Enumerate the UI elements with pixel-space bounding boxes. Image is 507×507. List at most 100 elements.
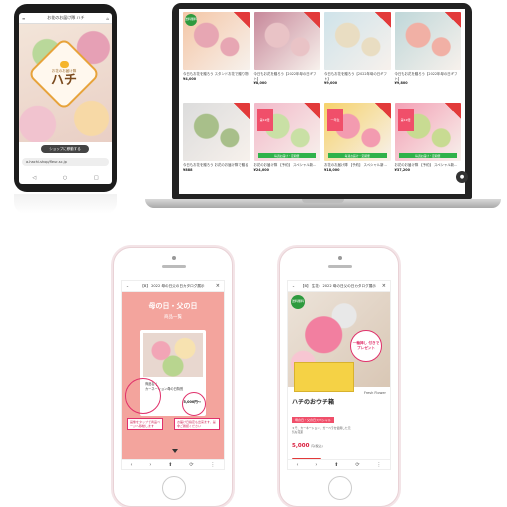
share-icon[interactable]: ⬆ xyxy=(168,462,172,468)
iphone-product: ⌄ 【B】 生花：2022 母の日父の日カタログ展示 × 送料無料 一輪挿し 付… xyxy=(279,247,399,507)
forward-icon[interactable]: › xyxy=(149,462,151,468)
product-caption[interactable]: 今日もお花を贈ろう【2022年母の日ギフト】 xyxy=(395,72,462,81)
product-card[interactable]: 第12便 毎週お届け・定期便 お花のお届け隊 【予約】 スペシャル新… ¥37,200 xyxy=(394,103,461,191)
bee-icon xyxy=(59,60,69,68)
free-shipping-badge: 送料無料 xyxy=(291,295,305,309)
speaker xyxy=(328,265,352,268)
forward-icon[interactable]: › xyxy=(315,462,317,468)
product-price: ¥4,000 xyxy=(183,76,197,81)
more-icon[interactable]: ⋮ xyxy=(210,462,215,468)
shop-button[interactable]: ショップに移動する xyxy=(41,145,89,153)
product-image[interactable] xyxy=(183,103,250,161)
product-info: Fresh Flower ハチのおウチ箱 母の日・父の日スペシャル ミモ、カーネ… xyxy=(288,388,390,467)
chat-icon[interactable]: ● xyxy=(456,171,468,183)
subscription-bar: 毎週お届け・定期便 xyxy=(328,153,387,158)
browser-toolbar: ‹ › ⬆ ⟳ ⋮ xyxy=(288,459,390,469)
price-value: 5,000 xyxy=(292,442,310,449)
header-title: 【B】 2022 母の日父の日カタログ展示 xyxy=(140,283,205,288)
corner-ribbon xyxy=(374,103,391,119)
iphone1-screen: ⌄ 【B】 2022 母の日父の日カタログ展示 × 母の日・父の日 商品一覧 商… xyxy=(121,280,225,470)
camera xyxy=(172,256,176,260)
android-title: お花のお届け隊 ハチ xyxy=(47,15,85,20)
corner-ribbon xyxy=(304,103,320,119)
product-caption[interactable]: 今日もお花を贈ろう【2022年母の日ギフト】 xyxy=(254,72,321,81)
iphone-catalog: ⌄ 【B】 2022 母の日父の日カタログ展示 × 母の日・父の日 商品一覧 商… xyxy=(113,247,233,507)
recents-icon[interactable]: □ xyxy=(94,175,99,181)
product-card[interactable]: 今日もお花を贈ろう お花のお届け隊で贈る ¥888 xyxy=(183,103,250,191)
product-caption[interactable]: 今日もお花を贈ろう【2022年母の日ギフト】 xyxy=(324,72,391,81)
product-price: ¥18,000 xyxy=(324,167,340,172)
product-image[interactable]: 第12便毎週お届け・定期便 xyxy=(253,103,320,161)
product-photo[interactable]: 送料無料 一輪挿し 付きで プレゼント xyxy=(288,292,390,392)
corner-ribbon xyxy=(374,12,391,28)
catalog-subtitle: 商品一覧 xyxy=(164,315,182,320)
back-icon[interactable]: ◁ xyxy=(32,175,36,181)
product-image[interactable]: 一年生 毎週お届け・定期便 xyxy=(324,103,391,161)
highlight-circle xyxy=(182,392,206,416)
delivery-note: お届け日指定も出来ます、是非ご確認ください xyxy=(174,418,220,431)
product-image[interactable] xyxy=(253,12,320,70)
collage: ≡ お花のお届け隊 ハチ ⌂ お花のお届け隊 ハチ ショップに移動する a-ha… xyxy=(0,0,507,507)
product-card[interactable]: 一年生 毎週お届け・定期便 お花のお届け隊 【予約】 スペシャル新… ¥18,000 xyxy=(324,103,391,191)
chevron-down-icon[interactable]: ⌄ xyxy=(292,284,295,288)
subscription-bar: 毎週お届け・定期便 xyxy=(398,153,457,158)
back-icon[interactable]: ‹ xyxy=(296,462,298,468)
free-shipping-badge: 送料無料 xyxy=(185,14,197,26)
price-unit: 円(税込) xyxy=(311,443,323,448)
product-price: ¥8,000 xyxy=(253,81,267,85)
brand-name: ハチ xyxy=(50,72,77,88)
product-image[interactable]: 第12便 毎週お届け・定期便 xyxy=(394,103,461,161)
gift-bubble: 一輪挿し 付きで プレゼント xyxy=(350,330,382,362)
browser-toolbar: ‹ › ⬆ ⟳ ⋮ xyxy=(122,459,224,469)
close-icon[interactable]: × xyxy=(216,283,220,289)
phone-reflection xyxy=(14,194,117,214)
back-icon[interactable]: ‹ xyxy=(130,462,132,468)
product-card[interactable]: 今日もお花を贈ろう【2022年母の日ギフト】 ¥8,000 xyxy=(253,12,321,100)
browser-header: ⌄ 【B】 生花：2022 母の日父の日カタログ展示 × xyxy=(288,281,390,292)
brand-logo: お花のお届け隊 ハチ xyxy=(38,48,90,100)
product-card[interactable]: 第12便 毎週お届け・定期便 お花のお届け隊 【予約】 スペシャル新… ¥24,000 xyxy=(253,103,320,191)
cart-icon[interactable]: ⌂ xyxy=(106,16,109,21)
catalog-title: 母の日・父の日 xyxy=(148,302,198,310)
product-image[interactable] xyxy=(394,12,461,70)
corner-ribbon xyxy=(445,12,461,28)
product-price: ¥37,200 xyxy=(394,167,410,172)
product-price: ¥9,000 xyxy=(324,81,338,85)
product-price: 5,000 円(税込) xyxy=(292,443,386,449)
laptop-notch xyxy=(302,199,344,203)
product-card[interactable]: 今日もお花を贈ろう【2022年母の日ギフト】 ¥9,800 xyxy=(394,12,462,100)
home-icon[interactable]: ○ xyxy=(63,175,67,181)
more-icon[interactable]: ⋮ xyxy=(376,462,381,468)
subscription-bar: 毎週お届け・定期便 xyxy=(257,153,316,158)
edition-label: 第12便 xyxy=(256,109,273,131)
close-icon[interactable]: × xyxy=(382,283,386,289)
header-title: 【B】 生花：2022 母の日父の日カタログ展示 xyxy=(300,283,376,288)
laptop: 送料無料 今日もお花を贈ろう スタンドお花で贈り物 ¥4,000 今日もお花を贈ろう【… xyxy=(172,3,472,199)
product-name: ハチのおウチ箱 xyxy=(292,399,335,406)
home-button[interactable] xyxy=(328,476,352,500)
product-image[interactable]: 送料無料 xyxy=(183,12,250,70)
reload-icon[interactable]: ⟳ xyxy=(355,462,359,468)
reload-icon[interactable]: ⟳ xyxy=(189,462,193,468)
product-card[interactable]: 送料無料 今日もお花を贈ろう スタンドお花で贈り物 ¥4,000 xyxy=(183,12,250,100)
home-button[interactable] xyxy=(162,476,186,500)
share-icon[interactable]: ⬆ xyxy=(334,462,338,468)
brand-logo: Fresh Flower xyxy=(363,391,386,395)
corner-ribbon xyxy=(304,12,320,28)
iphone2-screen: ⌄ 【B】 生花：2022 母の日父の日カタログ展示 × 送料無料 一輪挿し 付… xyxy=(287,280,391,470)
product-desc: ミモ、カーネーション、ガーベラを使用した元気な花束 xyxy=(292,426,351,434)
scroll-down-icon[interactable] xyxy=(172,449,178,453)
android-top-bar: ≡ お花のお届け隊 ハチ ⌂ xyxy=(19,13,112,24)
tap-note: 画像をタップで商品ページへ移動します xyxy=(127,418,163,431)
product-grid: 送料無料 今日もお花を贈ろう スタンドお花で贈り物 ¥4,000 今日もお花を贈ろう【… xyxy=(179,9,465,194)
chevron-down-icon[interactable]: ⌄ xyxy=(126,284,129,288)
product-photo[interactable] xyxy=(143,333,203,377)
url-bar[interactable]: a-hachi-shop/fleur-sc.jp xyxy=(22,158,109,166)
product-image[interactable] xyxy=(324,12,391,70)
catalog-page: 母の日・父の日 商品一覧 商品名 | カーネーション母の日特別 5,000円〜 … xyxy=(122,292,224,459)
speaker xyxy=(162,265,186,268)
camera xyxy=(338,256,342,260)
product-card[interactable]: 今日もお花を贈ろう【2022年母の日ギフト】 ¥9,000 xyxy=(324,12,391,100)
menu-icon[interactable]: ≡ xyxy=(22,16,25,21)
highlight-circle xyxy=(125,378,161,414)
